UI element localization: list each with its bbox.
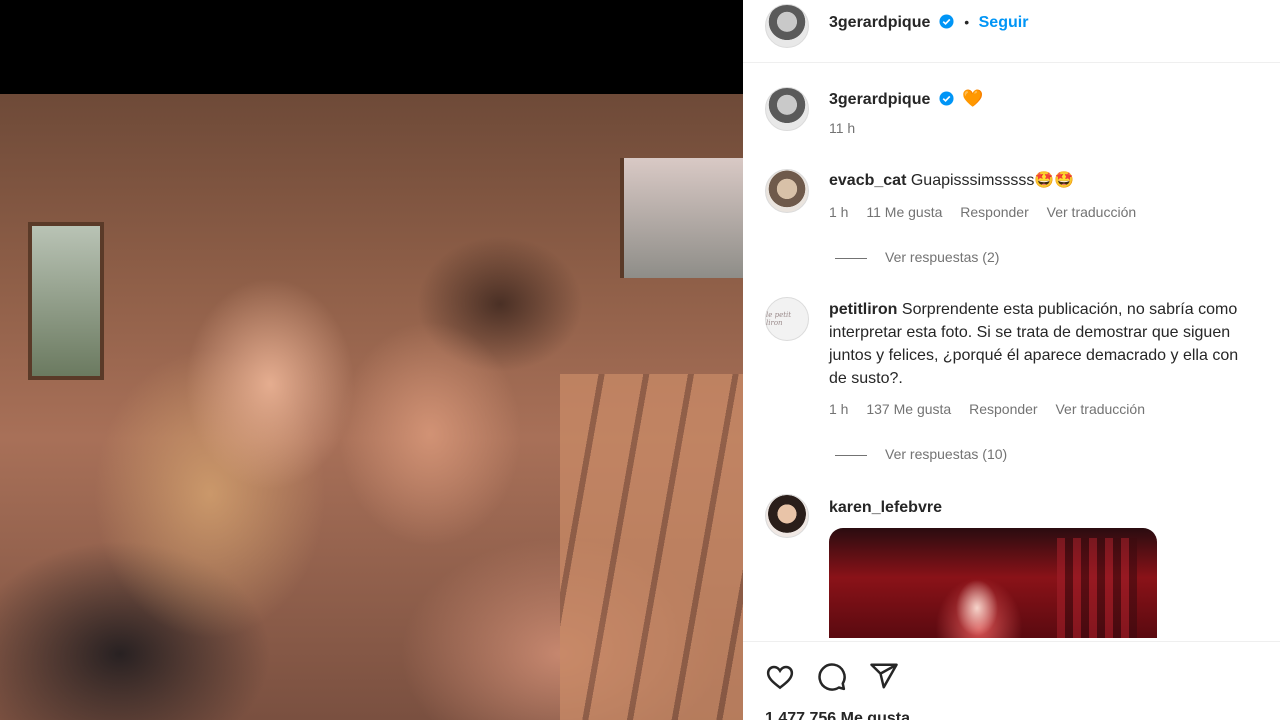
photo-window-right bbox=[620, 158, 743, 278]
commenter-avatar[interactable] bbox=[765, 494, 809, 538]
comment-1-meta: 1 h 11 Me gusta Responder Ver traducción bbox=[829, 204, 1150, 220]
photo-bench-slats bbox=[560, 374, 743, 720]
comment-2: petitliron Sorprendente esta publicación… bbox=[829, 298, 1238, 390]
comment-1: evacb_cat Guapisssimsssss🤩🤩 bbox=[829, 169, 1074, 192]
photo-window-left bbox=[28, 222, 104, 380]
caption-time: 11 h bbox=[829, 120, 869, 136]
verified-badge-icon bbox=[939, 14, 954, 29]
commenter-avatar[interactable] bbox=[765, 169, 809, 213]
caption-avatar[interactable] bbox=[765, 87, 809, 131]
translate-button[interactable]: Ver traducción bbox=[1055, 401, 1145, 417]
commenter-avatar[interactable]: le petit liron bbox=[765, 297, 809, 341]
share-icon[interactable] bbox=[869, 661, 899, 691]
author-avatar[interactable] bbox=[765, 4, 809, 48]
comment-text-line-1: Sorprendente esta publicación, no sabría… bbox=[901, 301, 1238, 318]
reply-button[interactable]: Responder bbox=[960, 204, 1029, 220]
comment-time[interactable]: 1 h bbox=[829, 401, 848, 417]
post-header: 3gerardpique • Seguir bbox=[743, 0, 1280, 63]
comment-gif[interactable] bbox=[829, 528, 1157, 638]
reply-button[interactable]: Responder bbox=[969, 401, 1038, 417]
post-likes-count[interactable]: 1.477.756 Me gusta bbox=[765, 710, 910, 720]
caption-timestamp[interactable]: 11 h bbox=[829, 120, 855, 136]
comment-time[interactable]: 1 h bbox=[829, 204, 848, 220]
caption-row: 3gerardpique 🧡 bbox=[829, 89, 983, 109]
comment-text-line-4: de susto?. bbox=[829, 370, 903, 387]
post-actions-bar bbox=[743, 641, 1280, 720]
comment-likes[interactable]: 11 Me gusta bbox=[866, 204, 942, 220]
verified-badge-icon bbox=[939, 91, 954, 106]
comment-username[interactable]: evacb_cat bbox=[829, 172, 906, 189]
comment-username[interactable]: karen_lefebvre bbox=[829, 499, 942, 516]
replies-divider-line bbox=[835, 454, 867, 456]
replies-divider-line bbox=[835, 257, 867, 259]
comment-icon[interactable] bbox=[817, 662, 847, 692]
comment-text: Guapisssimsssss🤩🤩 bbox=[910, 172, 1075, 189]
avatar-logo-text: le petit liron bbox=[766, 311, 792, 327]
heart-icon[interactable] bbox=[765, 662, 795, 692]
author-username[interactable]: 3gerardpique bbox=[829, 14, 930, 31]
view-replies-label[interactable]: Ver respuestas (2) bbox=[885, 249, 999, 265]
comment-2-meta: 1 h 137 Me gusta Responder Ver traducció… bbox=[829, 401, 1159, 417]
comment-text-line-2: interpretar esta foto. Si se trata de de… bbox=[829, 324, 1231, 341]
post-photo[interactable] bbox=[0, 94, 743, 720]
comment-text-line-3: juntos y felices, ¿porqué él aparece dem… bbox=[829, 347, 1239, 364]
comment-likes[interactable]: 137 Me gusta bbox=[866, 401, 951, 417]
gif-stage-columns bbox=[1057, 538, 1137, 638]
view-replies-label[interactable]: Ver respuestas (10) bbox=[885, 446, 1007, 462]
header-user-row: 3gerardpique • Seguir bbox=[829, 14, 1028, 32]
view-replies-2[interactable]: Ver respuestas (10) bbox=[835, 446, 1007, 462]
caption-username[interactable]: 3gerardpique bbox=[829, 91, 930, 108]
orange-heart-emoji: 🧡 bbox=[962, 89, 984, 108]
translate-button[interactable]: Ver traducción bbox=[1047, 204, 1137, 220]
comment-3: karen_lefebvre bbox=[829, 496, 942, 519]
post-media[interactable] bbox=[0, 0, 743, 720]
view-replies-1[interactable]: Ver respuestas (2) bbox=[835, 249, 999, 265]
follow-button[interactable]: Seguir bbox=[979, 14, 1029, 32]
separator-dot: • bbox=[964, 14, 970, 30]
post-side-panel: 3gerardpique • Seguir 3gerardpique 🧡 11 … bbox=[743, 0, 1280, 720]
comment-username[interactable]: petitliron bbox=[829, 301, 897, 318]
